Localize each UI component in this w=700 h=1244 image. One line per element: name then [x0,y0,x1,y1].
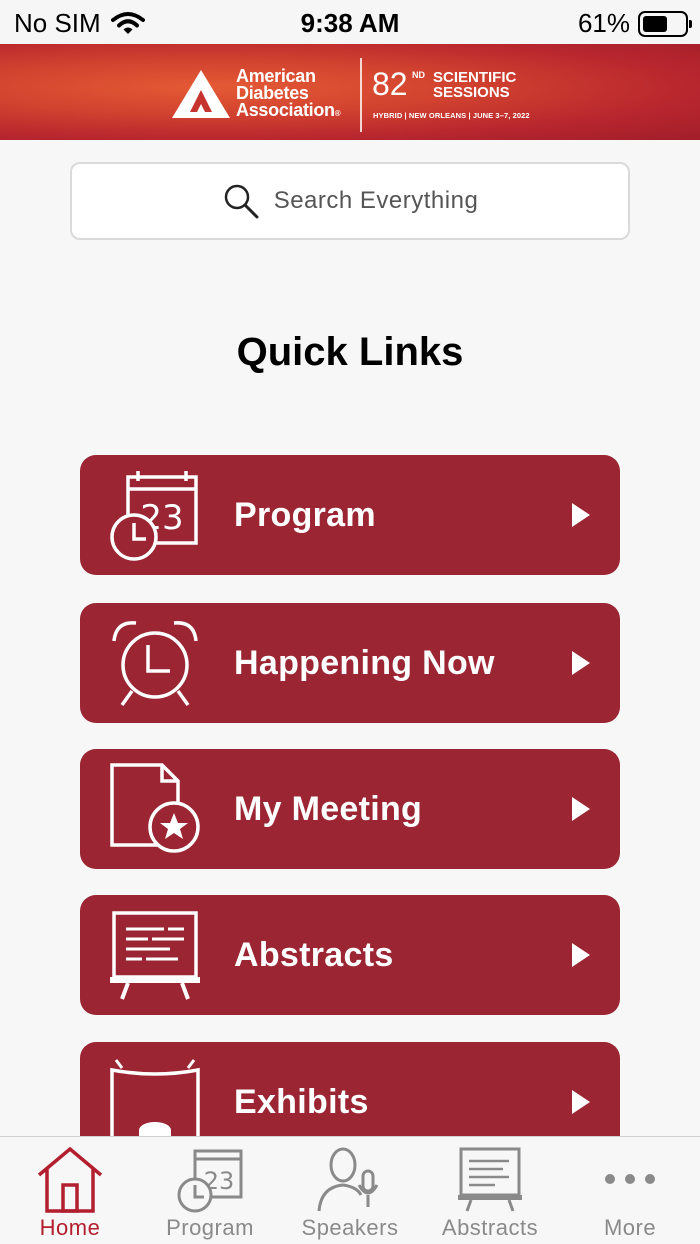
alarm-clock-icon [112,621,198,707]
chevron-right-icon [572,503,590,527]
document-star-icon [110,763,200,853]
event-banner: American Diabetes Association® 82 ND SCI… [0,44,700,140]
sessions-line-2: SESSIONS [433,84,510,101]
quick-link-label: Program [234,496,376,534]
tab-label: Home [39,1215,101,1240]
quick-link-program[interactable]: 23 Program [80,455,620,575]
quick-link-label: My Meeting [234,790,423,828]
tab-label: Program [166,1215,254,1240]
home-icon [37,1146,103,1213]
edition-suffix: ND [412,70,425,80]
battery-percent: 61% [577,8,630,38]
event-meta: HYBRID | NEW ORLEANS | JUNE 3–7, 2022 [373,111,530,120]
sessions-line-1: SCIENTIFIC [433,69,517,86]
sessions-title: SCIENTIFIC SESSIONS [433,70,516,100]
quick-links-heading: Quick Links [236,330,464,374]
easel-board-icon [110,911,200,1000]
quick-link-label: Abstracts [234,936,394,974]
chevron-right-icon [572,797,590,821]
status-bar: No SIM 9:38 AM 61% [0,0,700,44]
chevron-right-icon [572,943,590,967]
exhibit-booth-icon [110,1059,200,1148]
edition-number: 82 [372,66,408,102]
tab-label: Abstracts [441,1215,539,1240]
calendar-clock-icon: 23 [177,1149,243,1213]
search-input[interactable]: Search Everything [70,162,630,240]
battery-indicator: 61% [577,8,692,39]
quick-link-label: Happening Now [234,644,495,682]
speaker-mic-icon [317,1147,379,1212]
ellipsis-icon [605,1174,655,1184]
registered-mark: ® [334,109,341,118]
quick-link-abstracts[interactable]: Abstracts [80,895,620,1015]
search-placeholder: Search Everything [273,187,479,214]
tab-program[interactable]: 23 Program [140,1137,280,1244]
tab-label: Speakers [301,1215,399,1240]
tab-label: More [603,1215,657,1240]
quick-link-happening-now[interactable]: Happening Now [80,603,620,723]
organization-name: American Diabetes Association® [236,67,341,122]
chevron-right-icon [572,1090,590,1114]
chevron-right-icon [572,651,590,675]
easel-board-icon [458,1147,522,1212]
magnifier-icon [224,184,259,219]
tab-speakers[interactable]: Speakers [280,1137,420,1244]
tab-bar: Home 23 Program Speakers Abstracts More [0,1136,700,1244]
tab-more[interactable]: More [560,1137,700,1244]
tab-home[interactable]: Home [0,1137,140,1244]
org-line-3: Association® [236,100,341,122]
org-line-3-text: Association [236,100,335,120]
tab-abstracts[interactable]: Abstracts [420,1137,560,1244]
quick-link-my-meeting[interactable]: My Meeting [80,749,620,869]
banner-divider [360,58,362,132]
calendar-clock-icon: 23 [110,471,198,561]
battery-fill [643,15,668,32]
ada-triangle-logo-icon [172,70,230,118]
battery-icon [638,10,692,37]
